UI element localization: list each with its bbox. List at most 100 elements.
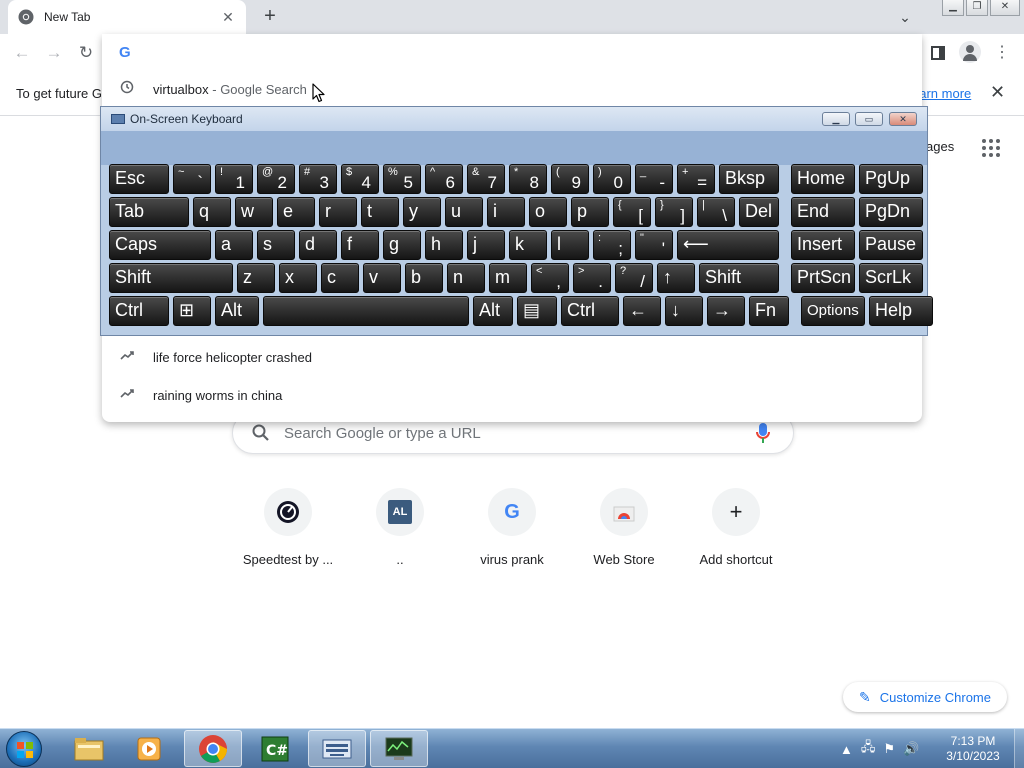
restore-button[interactable]: ❐ [966, 0, 988, 16]
osk-key[interactable]: p [571, 197, 609, 227]
osk-key[interactable]: u [445, 197, 483, 227]
osk-key[interactable]: x [279, 263, 317, 293]
osk-key[interactable]: n [447, 263, 485, 293]
osk-key[interactable]: r [319, 197, 357, 227]
osk-key[interactable]: Ctrl [109, 296, 169, 326]
tab-new-tab[interactable]: New Tab ✕ [8, 0, 246, 34]
osk-key[interactable]: {[ [613, 197, 651, 227]
osk-key[interactable]: Pause [859, 230, 923, 260]
osk-key[interactable]: * 8 [509, 164, 547, 194]
osk-key[interactable]: ? / [615, 263, 653, 293]
osk-key[interactable]: g [383, 230, 421, 260]
osk-key[interactable]: PgDn [859, 197, 923, 227]
menu-dots-icon[interactable]: ⋮ [990, 41, 1014, 65]
shortcut-virus-prank[interactable]: G virus prank [456, 488, 568, 567]
address-bar-input[interactable] [152, 42, 852, 62]
action-center-flag-icon[interactable]: ⚑ [883, 741, 895, 757]
osk-key[interactable]: ⟵ [677, 230, 779, 260]
osk-key[interactable]: _ - [635, 164, 673, 194]
osk-key[interactable]: Bksp [719, 164, 779, 194]
osk-key[interactable]: End [791, 197, 855, 227]
images-link[interactable]: ages [926, 139, 954, 154]
osk-key[interactable]: " ' [635, 230, 673, 260]
osk-key[interactable]: ⊞ [173, 296, 211, 326]
osk-key[interactable]: y [403, 197, 441, 227]
suggestion-row[interactable]: life force helicopter crashed [102, 338, 922, 376]
osk-key[interactable]: l [551, 230, 589, 260]
network-icon[interactable]: 🖧 [861, 738, 876, 760]
osk-key[interactable]: o [529, 197, 567, 227]
osk-key[interactable]: ← [623, 296, 661, 326]
osk-key[interactable]: ! 1 [215, 164, 253, 194]
taskbar-osk[interactable] [308, 730, 366, 767]
osk-key[interactable]: e [277, 197, 315, 227]
osk-key[interactable]: a [215, 230, 253, 260]
osk-key[interactable]: }] [655, 197, 693, 227]
osk-key[interactable]: h [425, 230, 463, 260]
osk-key[interactable]: Shift [109, 263, 233, 293]
osk-key[interactable]: m [489, 263, 527, 293]
tab-search-chevron-icon[interactable]: ⌄ [894, 6, 916, 28]
osk-key[interactable]: k [509, 230, 547, 260]
show-hidden-icons-icon[interactable]: ▲ [840, 742, 853, 757]
reload-button[interactable]: ↻ [74, 41, 98, 65]
osk-key[interactable]: % 5 [383, 164, 421, 194]
side-panel-icon[interactable] [926, 41, 950, 65]
microphone-icon[interactable] [755, 422, 771, 444]
back-button[interactable]: ← [10, 41, 34, 65]
osk-key[interactable]: PrtScn [791, 263, 855, 293]
osk-titlebar[interactable]: On-Screen Keyboard ▁ ▭ ✕ [101, 107, 927, 131]
suggestion-row[interactable]: raining worms in china [102, 376, 922, 414]
osk-key[interactable]: Help [869, 296, 933, 326]
tab-close-icon[interactable]: ✕ [220, 9, 236, 26]
osk-key[interactable]: <, [531, 263, 569, 293]
osk-key[interactable] [263, 296, 469, 326]
osk-key[interactable]: s [257, 230, 295, 260]
osk-key[interactable]: #3 [299, 164, 337, 194]
customize-chrome-button[interactable]: ✎ Customize Chrome [843, 682, 1007, 712]
osk-key[interactable]: Alt [215, 296, 259, 326]
osk-key[interactable]: Alt [473, 296, 513, 326]
osk-key[interactable]: Options [801, 296, 865, 326]
osk-key[interactable]: b [405, 263, 443, 293]
osk-key[interactable]: ) 0 [593, 164, 631, 194]
osk-key[interactable]: ▤ [517, 296, 557, 326]
shortcut-web-store[interactable]: Web Store [568, 488, 680, 567]
osk-key[interactable]: (9 [551, 164, 589, 194]
osk-key[interactable]: @2 [257, 164, 295, 194]
osk-minimize-button[interactable]: ▁ [822, 112, 850, 126]
osk-key[interactable]: j [467, 230, 505, 260]
osk-key[interactable]: ScrLk [859, 263, 923, 293]
osk-key[interactable]: ^ 6 [425, 164, 463, 194]
osk-key[interactable]: | \ [697, 197, 735, 227]
taskbar-explorer[interactable] [60, 730, 118, 767]
osk-key[interactable]: ↑ [657, 263, 695, 293]
osk-key[interactable]: + = [677, 164, 715, 194]
taskbar-media-player[interactable] [120, 730, 178, 767]
new-tab-button[interactable]: + [258, 5, 282, 29]
add-shortcut-button[interactable]: + Add shortcut [680, 488, 792, 567]
osk-key[interactable]: Caps [109, 230, 211, 260]
window-close-button[interactable]: ✕ [990, 0, 1020, 16]
minimize-button[interactable]: ▁ [942, 0, 964, 16]
osk-key[interactable]: Del [739, 197, 779, 227]
show-desktop-button[interactable] [1014, 729, 1024, 768]
taskbar-chrome[interactable] [184, 730, 242, 767]
osk-key[interactable]: v [363, 263, 401, 293]
osk-key[interactable]: t [361, 197, 399, 227]
osk-key[interactable]: w [235, 197, 273, 227]
osk-key[interactable]: >. [573, 263, 611, 293]
osk-maximize-button[interactable]: ▭ [855, 112, 883, 126]
osk-key[interactable]: → [707, 296, 745, 326]
shortcut-al[interactable]: AL .. [344, 488, 456, 567]
suggestion-row[interactable]: virtualbox - Google Search [102, 70, 922, 108]
volume-icon[interactable]: 🔊 [903, 741, 919, 757]
start-button[interactable] [6, 731, 42, 767]
osk-key[interactable]: Esc [109, 164, 169, 194]
shortcut-speedtest[interactable]: Speedtest by ... [232, 488, 344, 567]
osk-key[interactable]: Insert [791, 230, 855, 260]
osk-key[interactable]: Tab [109, 197, 189, 227]
osk-key[interactable]: $4 [341, 164, 379, 194]
osk-key[interactable]: PgUp [859, 164, 923, 194]
osk-close-button[interactable]: ✕ [889, 112, 917, 126]
